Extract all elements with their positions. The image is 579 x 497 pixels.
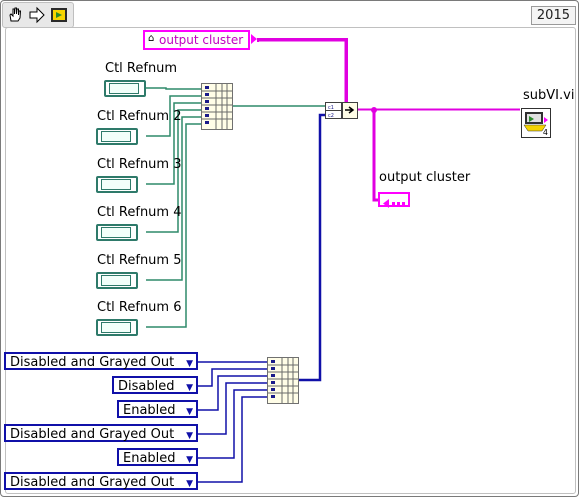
enum-control-5[interactable]: Enabled ▼ <box>117 448 198 466</box>
svg-text:c2: c2 <box>328 113 334 119</box>
dropdown-arrow-icon[interactable]: ▼ <box>186 427 193 445</box>
dropdown-arrow-icon[interactable]: ▼ <box>186 379 193 397</box>
enum-control-2[interactable]: Disabled ▼ <box>112 376 198 394</box>
bundle-by-name-node[interactable]: c1 c2 <box>325 102 358 119</box>
enum-control-1[interactable]: Disabled and Grayed Out ▼ <box>4 352 198 370</box>
enum-value-2: Disabled <box>118 379 175 394</box>
house-icon: ⌂ <box>148 33 155 44</box>
subvi-node[interactable]: 4 <box>521 108 551 138</box>
output-cluster-indicator[interactable] <box>378 192 410 208</box>
enum-value-1: Disabled and Grayed Out <box>10 355 175 370</box>
ctl-refnum-1[interactable] <box>104 80 146 97</box>
enum-value-6: Disabled and Grayed Out <box>10 475 175 490</box>
wire-layer <box>146 38 520 483</box>
ctl-refnum-5[interactable] <box>96 272 138 289</box>
enum-value-4: Disabled and Grayed Out <box>10 427 175 442</box>
wire-junction <box>371 107 377 113</box>
refnum-label-2: Ctl Refnum 2 <box>97 109 182 124</box>
bundle-refnums-node[interactable] <box>201 83 233 130</box>
refnum-label-5: Ctl Refnum 5 <box>97 253 182 268</box>
refnum-label-3: Ctl Refnum 3 <box>97 157 182 172</box>
refnum-label-4: Ctl Refnum 4 <box>97 205 182 220</box>
ctl-refnum-2[interactable] <box>96 128 138 145</box>
dropdown-arrow-icon[interactable]: ▼ <box>186 475 193 493</box>
local-variable-label: output cluster <box>159 33 244 47</box>
dropdown-arrow-icon[interactable]: ▼ <box>186 451 193 469</box>
subvi-terminal-number: 4 <box>542 128 548 137</box>
enum-value-3: Enabled <box>123 403 176 418</box>
refnum-label-1: Ctl Refnum <box>105 61 178 76</box>
indicator-label: output cluster <box>379 170 471 185</box>
enum-wires <box>198 113 326 483</box>
enum-control-3[interactable]: Enabled ▼ <box>117 400 198 418</box>
dropdown-arrow-icon[interactable]: ▼ <box>186 355 193 373</box>
dropdown-arrow-icon[interactable]: ▼ <box>186 403 193 421</box>
refnum-label-6: Ctl Refnum 6 <box>97 300 182 315</box>
bundle-enums-node[interactable] <box>267 357 299 404</box>
ctl-refnum-3[interactable] <box>96 176 138 193</box>
enum-value-5: Enabled <box>123 451 176 466</box>
enum-control-4[interactable]: Disabled and Grayed Out ▼ <box>4 424 198 442</box>
svg-text:c1: c1 <box>328 105 334 111</box>
subvi-label: subVI.vi <box>523 88 575 103</box>
local-variable-output-arrow-icon <box>251 34 257 44</box>
ctl-refnum-4[interactable] <box>96 224 138 241</box>
output-cluster-local-variable[interactable]: ⌂ output cluster <box>143 30 251 50</box>
ctl-refnum-6[interactable] <box>96 319 138 336</box>
enum-control-6[interactable]: Disabled and Grayed Out ▼ <box>4 472 198 490</box>
